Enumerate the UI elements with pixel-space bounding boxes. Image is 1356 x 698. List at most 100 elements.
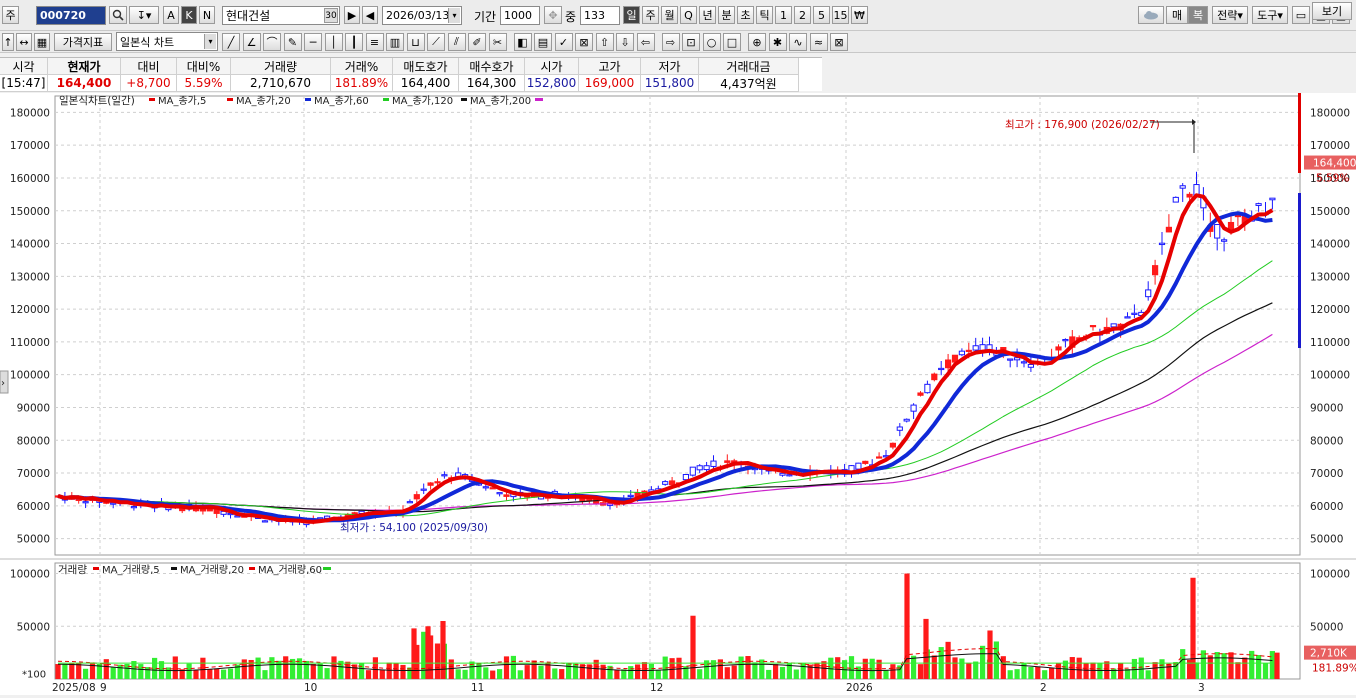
up-arrow-icon[interactable]: ↑: [2, 33, 14, 51]
period-input[interactable]: 1000: [500, 6, 540, 25]
timeframe-5[interactable]: 년: [699, 6, 716, 24]
timeframe-1[interactable]: 일: [623, 6, 640, 24]
fill-tool-icon[interactable]: ◧: [513, 33, 532, 51]
candle-body: [130, 506, 138, 509]
view-button[interactable]: 보기: [1312, 2, 1352, 20]
volume-bar: [1152, 662, 1158, 679]
prev-play-icon[interactable]: ◀: [362, 6, 378, 24]
channel-tool-icon[interactable]: ┃: [345, 33, 363, 51]
tools-label: 도구: [1257, 9, 1278, 22]
next-play-icon[interactable]: ▶: [344, 6, 360, 24]
arrow-left-tool-icon[interactable]: ⇦: [636, 33, 655, 51]
high-price-annotation: 최고가 : 176,900 (2026/02/27): [1005, 119, 1160, 131]
frame-tool-icon[interactable]: ⊡: [682, 33, 700, 51]
arrow-up-tool-icon[interactable]: ⇧: [595, 33, 614, 51]
stock-code-input[interactable]: 000720: [36, 6, 106, 25]
arrow-down-tool-icon[interactable]: ⇩: [616, 33, 634, 51]
period-tool-icon[interactable]: ⊔: [406, 33, 425, 51]
quote-value: 4,437억원: [699, 75, 799, 92]
price-tick-right: 110000: [1310, 337, 1350, 349]
quote-header: 거래대금: [699, 58, 799, 75]
candle-body: [862, 460, 869, 464]
btn-k[interactable]: K: [181, 6, 197, 24]
timeframe-10[interactable]: 2: [794, 6, 811, 24]
vline-tool-icon[interactable]: │: [324, 33, 343, 51]
date-dropdown-icon[interactable]: ▾: [448, 8, 460, 23]
clear-tool-icon[interactable]: ⊠: [830, 33, 848, 51]
volume-bar: [966, 662, 972, 679]
volume-bar: [448, 659, 454, 679]
timeframe-6[interactable]: 분: [718, 6, 735, 24]
cloud-icon[interactable]: [1138, 6, 1164, 24]
timeframe-2[interactable]: 주: [642, 6, 659, 24]
candle-body: [1062, 339, 1069, 342]
line-tool-icon[interactable]: ╱: [222, 33, 240, 51]
btn-sell[interactable]: 매: [1166, 6, 1188, 24]
count-input[interactable]: 133: [580, 6, 620, 25]
volume-bar: [1235, 662, 1241, 679]
timeframe-3[interactable]: 월: [661, 6, 678, 24]
timeframe-8[interactable]: 틱: [756, 6, 773, 24]
timeframe-9[interactable]: 1: [775, 6, 792, 24]
square-tool-icon[interactable]: □: [723, 33, 741, 51]
pencil-tool-icon[interactable]: ✐: [468, 33, 486, 51]
zoom-tool-icon[interactable]: ⊕: [748, 33, 766, 51]
currency-icon[interactable]: ₩: [851, 6, 868, 24]
btn-tools[interactable]: 도구 ▾: [1252, 6, 1288, 24]
arc-tool-icon[interactable]: ⌒: [263, 33, 281, 51]
timeframe-12[interactable]: 15: [832, 6, 849, 24]
volume-bar: [400, 664, 406, 679]
legend-label: MA_종가,20: [236, 95, 291, 107]
parallel-tool-icon[interactable]: ⫽: [447, 33, 466, 51]
legend-label: MA_종가,120: [392, 95, 453, 107]
quote-value: 169,000: [579, 75, 641, 92]
cut-tool-icon[interactable]: ✂: [488, 33, 507, 51]
volume-bar: [945, 641, 951, 679]
volume-bar: [731, 665, 737, 679]
chart-area[interactable]: 180000 180000 170000 170000 160000 160000 1500…: [0, 93, 1356, 695]
chart-type-select[interactable]: 일본식 차트 ▾: [116, 32, 218, 51]
wave-tool-icon[interactable]: ∿: [789, 33, 807, 51]
folder-icon[interactable]: ▭: [1292, 6, 1310, 24]
fib-tool-icon[interactable]: ≡: [365, 33, 384, 51]
quote-header: 저가: [641, 58, 699, 75]
timeframe-4[interactable]: Q: [680, 6, 697, 24]
box-tool-icon[interactable]: ⊠: [575, 33, 593, 51]
stock-name-field[interactable]: 현대건설 30: [222, 6, 340, 25]
quote-header: 고가: [579, 58, 641, 75]
grid-tool-icon[interactable]: ▥: [386, 33, 404, 51]
search-icon[interactable]: [109, 6, 127, 24]
circle-tool-icon[interactable]: ○: [702, 33, 721, 51]
angle-tool-icon[interactable]: ∠: [242, 33, 261, 51]
candle-body: [696, 465, 703, 471]
wave2-tool-icon[interactable]: ≈: [809, 33, 828, 51]
chart-svg[interactable]: 180000 180000170000 170000160000 1600001500…: [0, 93, 1356, 695]
market-prefix[interactable]: 주: [2, 6, 19, 24]
settings-icon[interactable]: ▦: [34, 33, 50, 51]
timeframe-7[interactable]: 초: [737, 6, 754, 24]
volume-bar: [117, 664, 123, 679]
btn-strategy[interactable]: 전략 ▾: [1212, 6, 1248, 24]
sort-menu-icon[interactable]: ↧▾: [129, 6, 159, 24]
check-tool-icon[interactable]: ✓: [554, 33, 573, 51]
pen-tool-icon[interactable]: ✎: [283, 33, 302, 51]
expand-icon[interactable]: ↔: [16, 33, 32, 51]
volume-bar: [559, 669, 565, 679]
star-tool-icon[interactable]: ✱: [768, 33, 787, 51]
btn-multi[interactable]: 복: [1188, 6, 1208, 24]
timeframe-11[interactable]: 5: [813, 6, 830, 24]
volume-bar: [172, 656, 178, 679]
date-input[interactable]: 2026/03/13 ▾: [382, 6, 462, 25]
hline-tool-icon[interactable]: ─: [304, 33, 322, 51]
btn-a[interactable]: A: [163, 6, 179, 24]
indicator-button[interactable]: 가격지표: [54, 33, 112, 51]
candle-body: [669, 480, 676, 486]
text-tool-icon[interactable]: ▤: [534, 33, 552, 51]
chart-type-dropdown-icon[interactable]: ▾: [204, 34, 216, 49]
price-tick-left: 100000: [10, 370, 50, 382]
btn-n[interactable]: N: [199, 6, 215, 24]
volume-spike: [923, 618, 929, 679]
trend-tool-icon[interactable]: ⟋: [427, 33, 445, 51]
arrow-right-tool-icon[interactable]: ⇨: [661, 33, 680, 51]
crosshair-icon[interactable]: ✥: [544, 6, 562, 24]
